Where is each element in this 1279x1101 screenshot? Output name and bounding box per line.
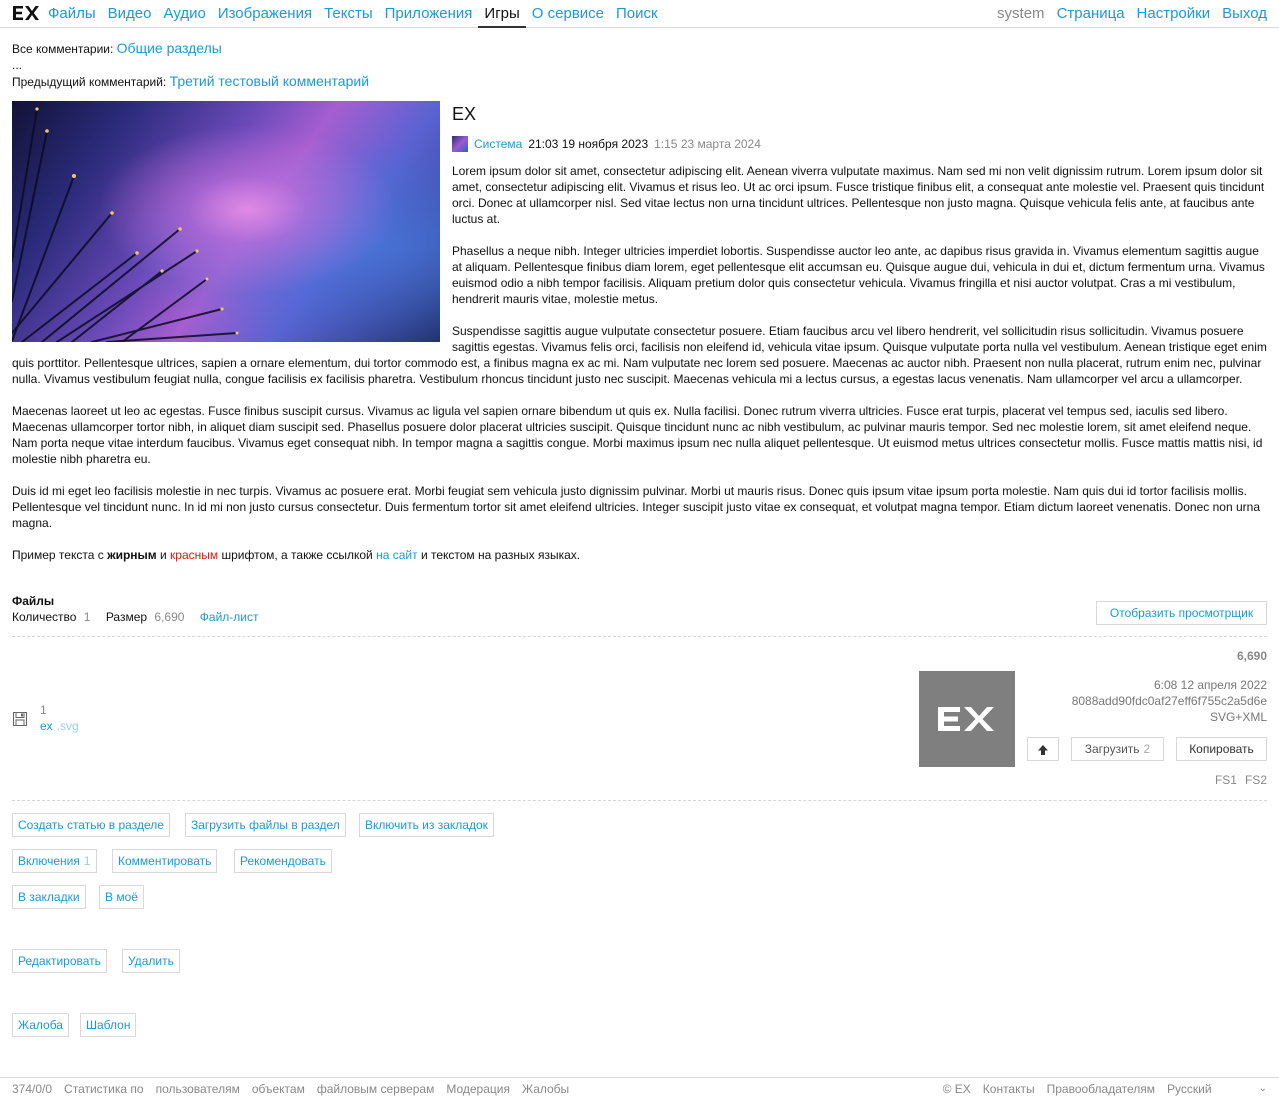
nav-images[interactable]: Изображения xyxy=(212,0,318,28)
article-meta: Система 21:03 19 ноября 2023 1:15 23 мар… xyxy=(452,136,1267,152)
footer: 374/0/0 Статистика по пользователям объе… xyxy=(0,1077,1279,1101)
move-up-button[interactable] xyxy=(1027,737,1059,761)
recommend-button[interactable]: Рекомендовать xyxy=(234,849,332,873)
inclusions-button[interactable]: Включения 1 xyxy=(12,849,97,873)
upload-label: Загрузить xyxy=(1084,742,1140,756)
complaints-link[interactable]: Жалобы xyxy=(522,1082,569,1096)
breadcrumb: Все комментарии: Общие разделы ... Преды… xyxy=(12,40,369,90)
nav-apps[interactable]: Приложения xyxy=(379,0,479,28)
moderation-link[interactable]: Модерация xyxy=(446,1082,510,1096)
paragraph: Duis id mi eget leo facilisis molestie i… xyxy=(12,484,1260,530)
divider xyxy=(12,636,1267,637)
user-menu: system Страница Настройки Выход xyxy=(991,0,1273,28)
nav-search[interactable]: Поиск xyxy=(610,0,664,28)
file-info: 6:08 12 апреля 2022 8088add90fdc0af27eff… xyxy=(1072,677,1267,725)
inclusions-label: Включения xyxy=(18,854,80,868)
rightholders-link[interactable]: Правообладателям xyxy=(1047,1082,1155,1096)
comment-button[interactable]: Комментировать xyxy=(112,849,218,873)
sample-text: и xyxy=(156,548,171,562)
red-text: красным xyxy=(170,548,219,562)
cover-image[interactable] xyxy=(12,101,440,342)
nav-files[interactable]: Файлы xyxy=(42,0,102,28)
fs2-link[interactable]: FS2 xyxy=(1245,773,1267,787)
nav-games[interactable]: Игры xyxy=(478,0,526,28)
top-navigation: Файлы Видео Аудио Изображения Тексты При… xyxy=(0,0,1279,28)
ex-logo[interactable] xyxy=(11,4,42,22)
nav-audio[interactable]: Аудио xyxy=(158,0,212,28)
author-link[interactable]: Система xyxy=(474,136,522,152)
size-value: 6,690 xyxy=(154,610,185,624)
fs1-link[interactable]: FS1 xyxy=(1215,773,1237,787)
created-date: 21:03 19 ноября 2023 xyxy=(528,137,649,151)
nav-about[interactable]: О сервисе xyxy=(526,0,610,28)
stats-servers-link[interactable]: файловым серверам xyxy=(317,1082,435,1096)
divider xyxy=(12,800,1267,801)
nav-texts[interactable]: Тексты xyxy=(318,0,379,28)
prev-comment-label: Предыдущий комментарий: xyxy=(12,75,167,89)
create-article-button[interactable]: Создать статью в разделе xyxy=(12,813,170,837)
bold-text: жирным xyxy=(107,548,157,562)
show-viewer-button[interactable]: Отобразить просмотрщик xyxy=(1096,601,1267,625)
all-comments-label: Все комментарии: xyxy=(12,42,114,56)
language-value: Русский xyxy=(1167,1082,1212,1096)
nav-page[interactable]: Страница xyxy=(1051,0,1131,28)
file-list-link[interactable]: Файл-лист xyxy=(200,610,259,624)
language-select[interactable]: Русский ⌄ xyxy=(1167,1082,1267,1096)
chevron-down-icon: ⌄ xyxy=(1258,1083,1267,1094)
files-title: Файлы xyxy=(12,594,55,608)
template-button[interactable]: Шаблон xyxy=(80,1013,137,1037)
upload-files-button[interactable]: Загрузить файлы в раздел xyxy=(185,813,346,837)
file-size: 6,690 xyxy=(1236,649,1267,663)
stats-label: Статистика по xyxy=(64,1082,144,1096)
arrow-up-icon xyxy=(1038,744,1048,755)
nav-video[interactable]: Видео xyxy=(102,0,158,28)
site-link[interactable]: на сайт xyxy=(376,548,418,562)
main-menu: Файлы Видео Аудио Изображения Тексты При… xyxy=(42,0,664,28)
sample-text: и текстом на разных языках. xyxy=(417,548,581,562)
count-label: Количество xyxy=(12,610,77,624)
upload-button[interactable]: Загрузить 2 xyxy=(1071,737,1164,761)
file-name-link[interactable]: ex xyxy=(40,719,53,733)
file-hash: 8088add90fdc0af27eff6f755c2a5d6e xyxy=(1071,694,1267,708)
breadcrumb-ellipsis: ... xyxy=(12,58,23,72)
files-header: Файлы Количество 1 Размер 6,690 Файл-лис… xyxy=(12,593,259,625)
all-comments-link[interactable]: Общие разделы xyxy=(117,40,222,56)
username[interactable]: system xyxy=(991,0,1051,28)
sample-paragraph: Пример текста с жирным и красным шрифтом… xyxy=(12,547,1267,563)
file-date: 6:08 12 апреля 2022 xyxy=(1153,678,1267,692)
updated-date: 1:15 23 марта 2024 xyxy=(654,137,761,151)
bookmark-button[interactable]: В закладки xyxy=(12,885,86,909)
file-thumbnail[interactable] xyxy=(919,671,1015,767)
file-number: 1 xyxy=(40,703,47,717)
prev-comment-link[interactable]: Третий тестовый комментарий xyxy=(170,73,369,89)
author-avatar[interactable] xyxy=(452,136,468,152)
inclusions-count: 1 xyxy=(83,854,91,868)
upload-count: 2 xyxy=(1143,742,1151,756)
size-label: Размер xyxy=(105,610,148,624)
count-value: 1 xyxy=(83,610,91,624)
sample-text: шрифтом, а также ссылкой xyxy=(218,548,377,562)
counter: 374/0/0 xyxy=(12,1082,53,1096)
copyright: © EX xyxy=(942,1082,971,1096)
file-name: ex .svg xyxy=(40,719,79,733)
file-extension: .svg xyxy=(56,719,79,733)
stats-objects-link[interactable]: объектам xyxy=(252,1082,305,1096)
complaint-button[interactable]: Жалоба xyxy=(12,1013,69,1037)
include-bookmarks-button[interactable]: Включить из закладок xyxy=(359,813,494,837)
to-mine-button[interactable]: В моё xyxy=(99,885,144,909)
copy-button[interactable]: Копировать xyxy=(1176,737,1267,761)
nav-logout[interactable]: Выход xyxy=(1216,0,1273,28)
file-servers: FS1 FS2 xyxy=(1207,773,1267,787)
nav-settings[interactable]: Настройки xyxy=(1131,0,1217,28)
paragraph: Maecenas laoreet ut leo ac egestas. Fusc… xyxy=(12,404,1263,466)
sample-text: Пример текста с xyxy=(12,548,108,562)
article: EX Система 21:03 19 ноября 2023 1:15 23 … xyxy=(12,101,1267,579)
edit-button[interactable]: Редактировать xyxy=(12,949,107,973)
floppy-icon[interactable] xyxy=(12,711,28,727)
delete-button[interactable]: Удалить xyxy=(122,949,180,973)
file-mime: SVG+XML xyxy=(1209,710,1267,724)
contacts-link[interactable]: Контакты xyxy=(983,1082,1035,1096)
stats-users-link[interactable]: пользователям xyxy=(156,1082,240,1096)
